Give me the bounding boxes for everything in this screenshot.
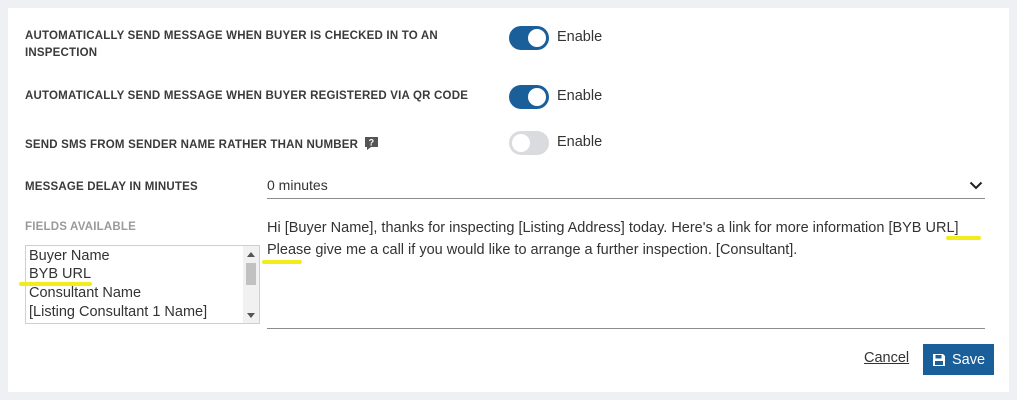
floppy-disk-icon — [932, 353, 945, 366]
list-scrollbar[interactable] — [243, 246, 259, 323]
save-button[interactable]: Save — [923, 344, 994, 375]
list-item[interactable]: Consultant Name — [29, 284, 141, 303]
toggle-knob — [528, 88, 546, 106]
scroll-down-arrow-icon[interactable] — [247, 313, 255, 318]
scroll-up-arrow-icon[interactable] — [247, 252, 255, 257]
toggle-knob — [512, 134, 530, 152]
sender-name-enable-label: Enable — [557, 134, 603, 150]
list-item[interactable]: Buyer Name — [29, 247, 110, 266]
auto-send-checkin-label: AUTOMATICALLY SEND MESSAGE WHEN BUYER IS… — [25, 30, 438, 59]
message-template-textarea[interactable]: Hi [Buyer Name], thanks for inspecting [… — [267, 217, 985, 329]
highlight-mark — [946, 236, 981, 240]
auto-send-checkin-enable-label: Enable — [557, 29, 603, 45]
message-delay-label: MESSAGE DELAY IN MINUTES — [25, 181, 198, 193]
help-icon[interactable]: ? — [364, 136, 379, 151]
auto-send-qr-label: AUTOMATICALLY SEND MESSAGE WHEN BUYER RE… — [25, 90, 469, 102]
auto-send-qr-enable-label: Enable — [557, 88, 603, 104]
chevron-down-icon — [969, 181, 983, 190]
message-delay-value: 0 minutes — [267, 177, 328, 193]
highlight-mark — [19, 282, 92, 286]
sender-name-label: SEND SMS FROM SENDER NAME RATHER THAN NU… — [25, 139, 359, 151]
cancel-link[interactable]: Cancel — [864, 350, 909, 366]
settings-card: AUTOMATICALLY SEND MESSAGE WHEN BUYER IS… — [8, 8, 1009, 392]
message-delay-select[interactable]: 0 minutes — [267, 176, 985, 199]
auto-send-checkin-toggle[interactable] — [509, 26, 549, 50]
auto-send-qr-toggle[interactable] — [509, 85, 549, 109]
save-button-label: Save — [951, 351, 986, 368]
scroll-thumb[interactable] — [246, 263, 256, 285]
sender-name-row: SEND SMS FROM SENDER NAME RATHER THAN NU… — [25, 136, 505, 154]
toggle-knob — [528, 29, 546, 47]
highlight-mark — [262, 260, 302, 264]
svg-text:?: ? — [369, 138, 375, 148]
fields-available-heading: FIELDS AVAILABLE — [25, 221, 136, 233]
sender-name-toggle[interactable] — [509, 131, 549, 155]
list-item[interactable]: [Listing Consultant 1 Name] — [29, 303, 207, 322]
